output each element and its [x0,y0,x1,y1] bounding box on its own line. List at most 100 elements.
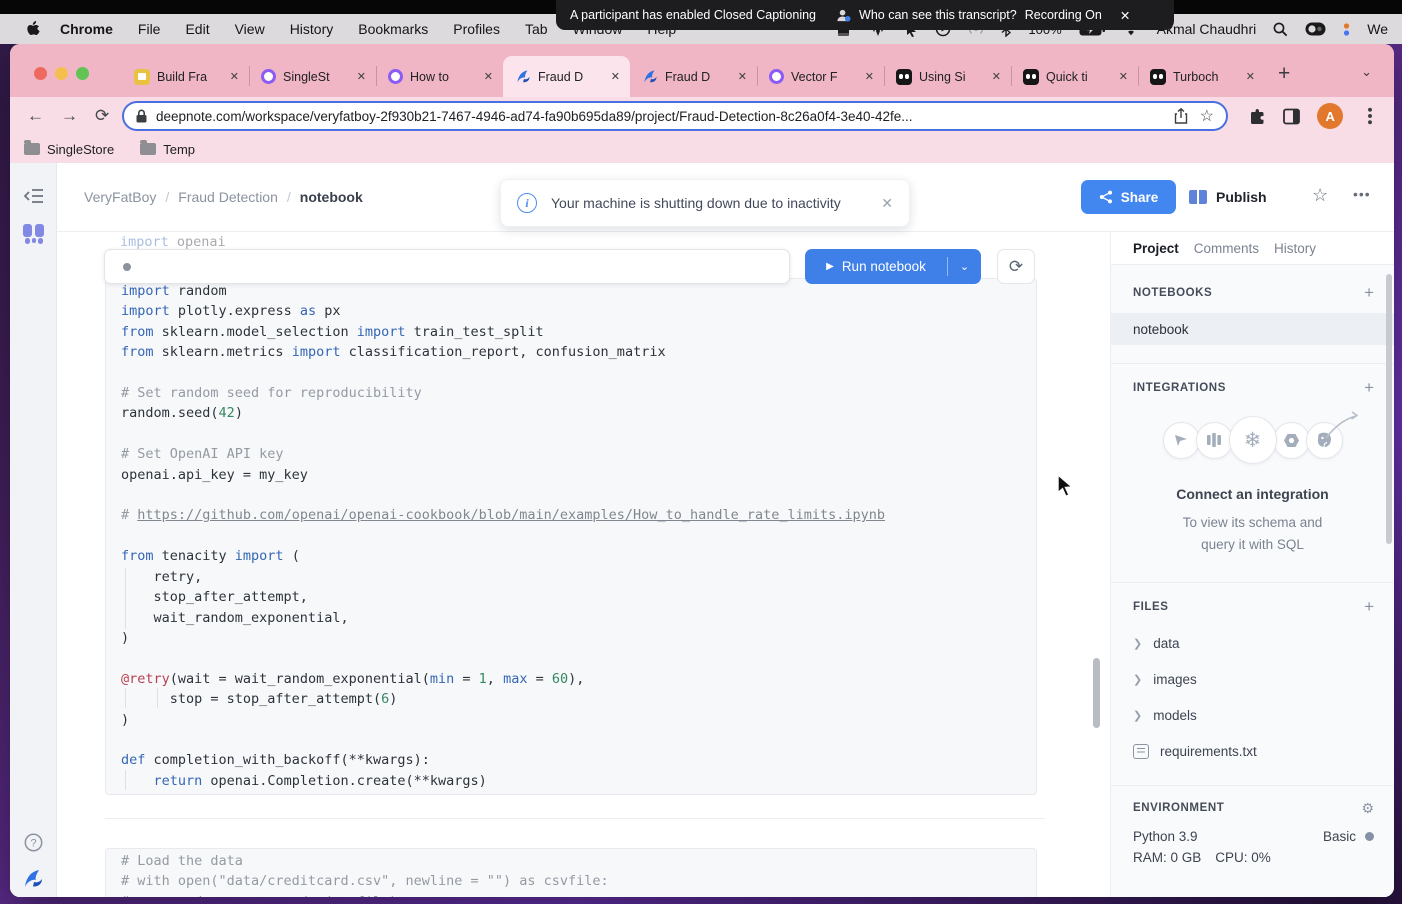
menu-item-profiles[interactable]: Profiles [453,21,500,37]
breadcrumb-project[interactable]: Fraud Detection [178,189,278,205]
extensions-icon[interactable] [1249,108,1266,125]
publish-book-icon [1189,190,1207,204]
folder-row[interactable]: ❯models [1111,697,1394,733]
user-dots-icon[interactable] [1343,22,1350,37]
tab-close-icon[interactable]: ✕ [1117,70,1130,83]
help-icon[interactable]: ? [10,833,57,852]
apple-icon[interactable] [26,21,40,37]
tab-close-icon[interactable]: ✕ [990,70,1003,83]
file-row[interactable]: requirements.txt [1111,733,1394,769]
block-prompt-input[interactable] [104,249,790,284]
share-page-icon[interactable] [1174,108,1188,124]
bookmark-item[interactable]: Temp [140,142,195,157]
run-options-chevron-icon[interactable]: ⌄ [948,260,981,273]
menu-item-bookmarks[interactable]: Bookmarks [358,21,428,37]
publish-button[interactable]: Publish [1189,180,1267,214]
connect-integration-cta[interactable]: Connect an integration [1111,486,1394,502]
bookmark-star-icon[interactable]: ☆ [1200,106,1214,126]
profile-avatar[interactable]: A [1317,103,1343,129]
environment-settings-icon[interactable]: ⚙ [1361,800,1374,817]
folder-row[interactable]: ❯images [1111,661,1394,697]
panel-tab-history[interactable]: History [1274,241,1316,256]
control-center-icon[interactable] [1305,22,1326,36]
forward-button[interactable]: → [61,106,78,126]
reload-button[interactable]: ⟳ [95,106,109,126]
environment-stats: RAM: 0 GB CPU: 0% [1111,850,1394,876]
zoom-window-button[interactable] [76,67,89,80]
add-notebook-button[interactable]: + [1364,283,1374,303]
deepnote-logo-icon[interactable] [10,868,57,889]
add-integration-button[interactable]: + [1364,378,1374,398]
browser-tab[interactable]: How to✕ [376,56,503,97]
breadcrumb-notebook[interactable]: notebook [300,189,363,205]
menu-item-tab[interactable]: Tab [525,21,548,37]
favorite-star-icon[interactable]: ☆ [1312,185,1328,206]
panel-scrollbar-thumb[interactable] [1386,274,1392,544]
singlestore-favicon [388,69,403,84]
code-cell[interactable]: import randomimport plotly.express as px… [105,278,1037,795]
folder-row[interactable]: ❯data [1111,625,1394,661]
menu-item-edit[interactable]: Edit [185,21,209,37]
recording-status: Recording On [1025,8,1102,22]
notebook-canvas[interactable]: import openai import randomimport plotly… [57,232,1110,897]
spotlight-icon[interactable] [1273,22,1288,37]
tab-close-icon[interactable]: ✕ [736,70,749,83]
lock-icon [136,109,147,123]
info-icon: i [517,193,537,213]
menu-item-view[interactable]: View [235,21,265,37]
url-bar[interactable]: deepnote.com/workspace/veryfatboy-2f930b… [122,101,1228,131]
tab-close-icon[interactable]: ✕ [863,70,876,83]
captions-message: A participant has enabled Closed Caption… [570,8,816,22]
share-button[interactable]: Share [1081,180,1176,214]
browser-tab[interactable]: Vector F✕ [757,56,884,97]
tab-search-chevron-icon[interactable]: ⌄ [1361,64,1372,80]
tab-close-icon[interactable]: ✕ [609,70,622,83]
notebook-list-item[interactable]: notebook [1111,313,1394,345]
run-notebook-button[interactable]: ▶ Run notebook ⌄ [805,249,981,284]
menu-item-chrome[interactable]: Chrome [60,21,113,37]
captions-close-icon[interactable]: ✕ [1120,8,1130,23]
code-cell[interactable]: # Load the data# with open("data/creditc… [105,848,1037,897]
menu-item-file[interactable]: File [138,21,161,37]
menu-item-history[interactable]: History [290,21,334,37]
environment-runtime-row[interactable]: Python 3.9 Basic [1111,822,1394,850]
project-more-icon[interactable]: ••• [1353,186,1371,202]
side-panel-icon[interactable] [1283,108,1300,125]
tab-close-icon[interactable]: ✕ [228,70,241,83]
add-file-button[interactable]: + [1364,597,1374,617]
folder-icon [140,143,156,155]
browser-tab[interactable]: Build Fra✕ [122,56,249,97]
deepnote-blocks-icon[interactable] [10,223,57,245]
bookmark-item[interactable]: SingleStore [24,142,114,157]
cell-separator [105,818,1045,819]
code-line [121,526,1036,546]
transcript-question[interactable]: Who can see this transcript? [859,8,1017,22]
code-line: # reader = csv.reader(csvfile) [121,892,1036,897]
browser-tab[interactable]: Using Si✕ [884,56,1011,97]
browser-tab[interactable]: Quick ti✕ [1011,56,1138,97]
new-tab-button[interactable]: + [1278,62,1290,86]
browser-tab[interactable]: SingleSt✕ [249,56,376,97]
breadcrumb-workspace[interactable]: VeryFatBoy [84,189,156,205]
panel-tab-comments[interactable]: Comments [1194,241,1259,256]
notebook-scrollbar-thumb[interactable] [1093,658,1100,728]
folder-label: images [1153,672,1197,687]
run-notebook-label: Run notebook [842,259,926,274]
minimize-window-button[interactable] [55,67,68,80]
restart-machine-button[interactable]: ⟳ [997,249,1035,284]
file-label: requirements.txt [1160,744,1257,759]
tab-close-icon[interactable]: ✕ [482,70,495,83]
tab-close-icon[interactable]: ✕ [1244,70,1257,83]
toast-close-icon[interactable]: ✕ [881,195,893,212]
back-button[interactable]: ← [27,106,44,126]
panel-tab-project[interactable]: Project [1133,241,1179,256]
tab-close-icon[interactable]: ✕ [355,70,368,83]
collapse-sidebar-icon[interactable] [10,188,57,204]
chrome-window: Build Fra✕SingleSt✕How to✕Fraud D✕Fraud … [10,44,1394,897]
close-window-button[interactable] [34,67,47,80]
browser-tab[interactable]: Fraud D✕ [503,56,630,97]
inactivity-toast: i Your machine is shutting down due to i… [500,179,910,227]
browser-tab[interactable]: Turboch✕ [1138,56,1265,97]
browser-menu-icon[interactable]: ••• [1361,107,1378,126]
browser-tab[interactable]: Fraud D✕ [630,56,757,97]
